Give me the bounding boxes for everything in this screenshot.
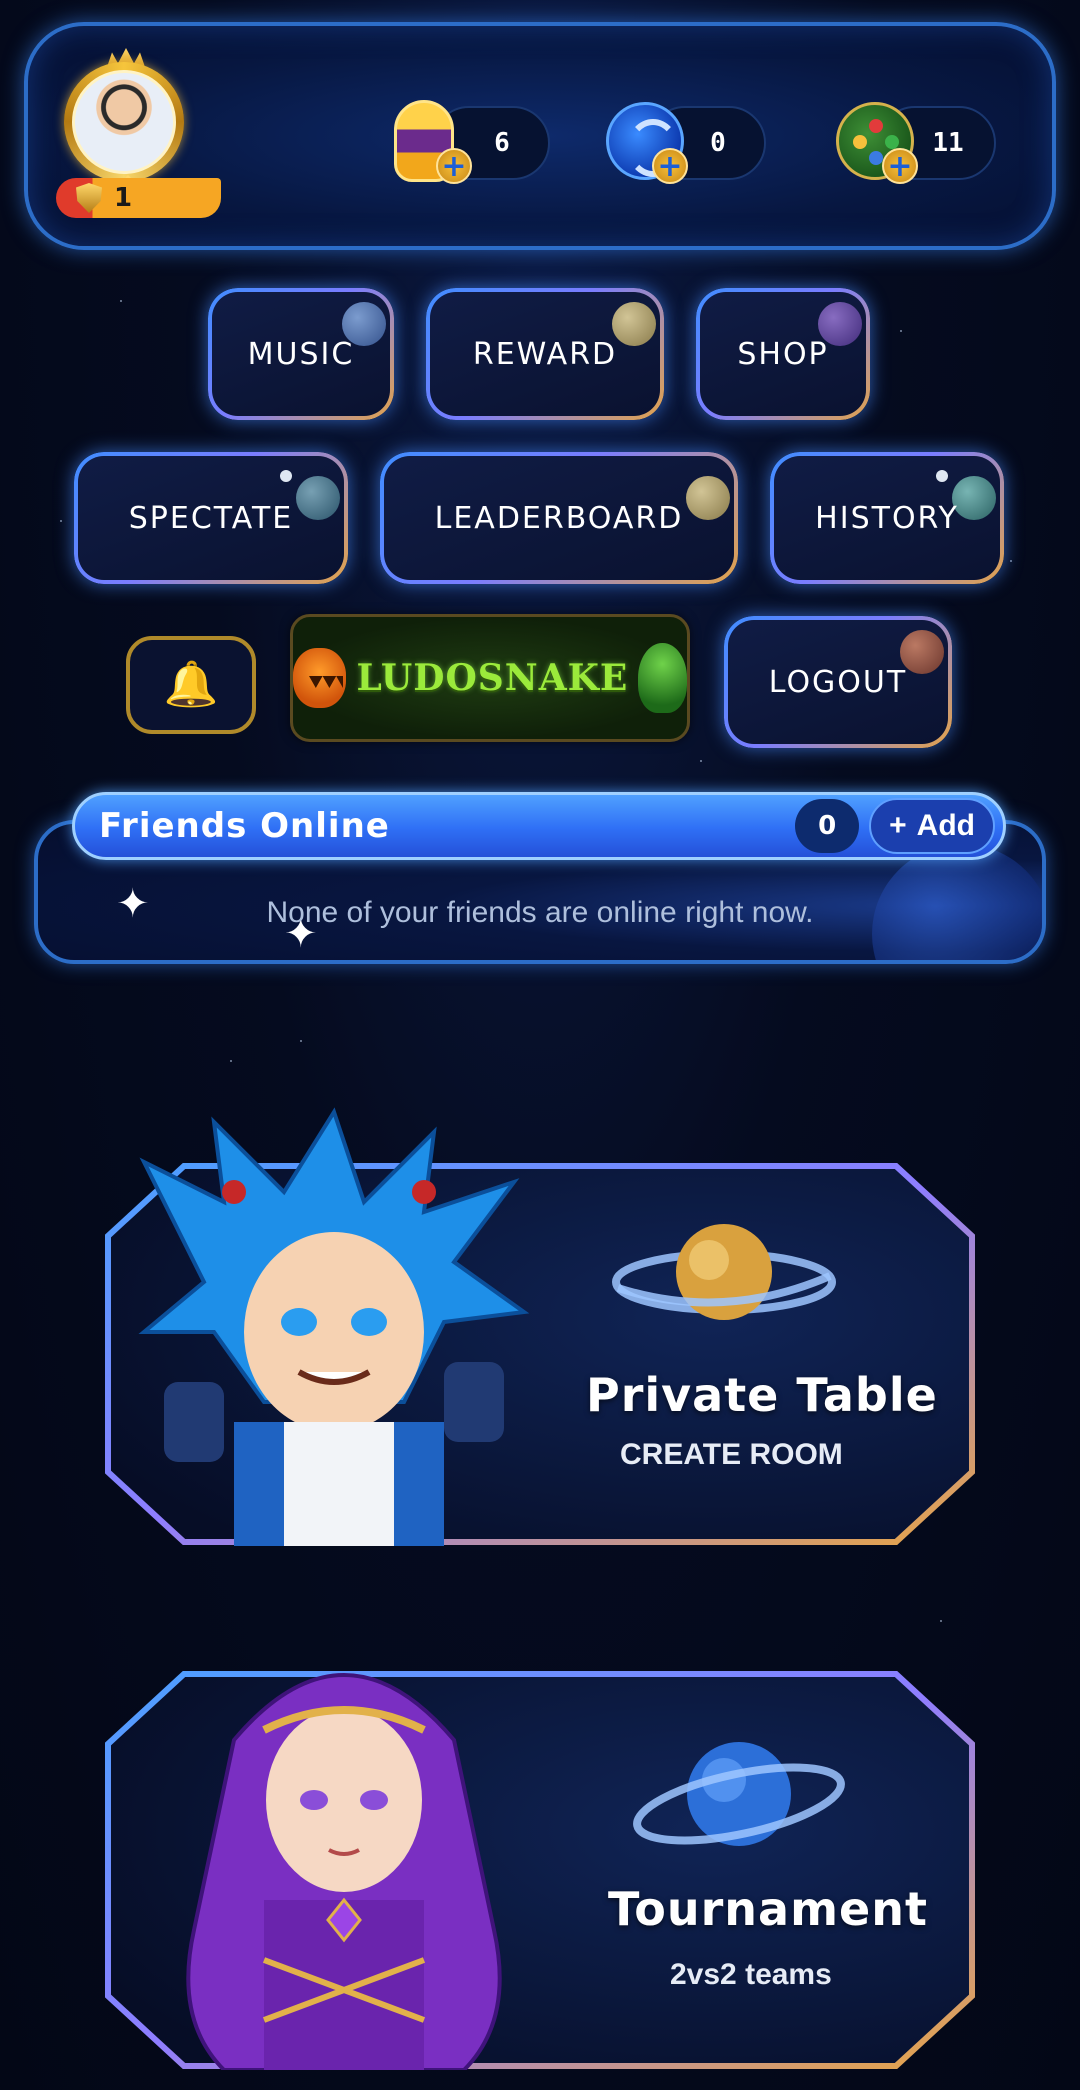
spectate-button[interactable]: SPECTATE — [74, 452, 348, 584]
game-coin-icon[interactable]: + — [834, 98, 918, 188]
planet-icon — [296, 476, 340, 520]
logout-button[interactable]: LOGOUT — [724, 616, 952, 748]
tournament-card[interactable]: Tournament 2vs2 teams — [104, 1670, 976, 2070]
plus-icon: + — [889, 809, 907, 842]
history-label: HISTORY — [815, 500, 959, 536]
friends-title: Friends Online — [99, 806, 390, 846]
purple-hair-character — [186, 1673, 502, 2070]
friends-empty-message: None of your friends are online right no… — [266, 896, 814, 929]
reward-label: REWARD — [472, 336, 618, 372]
music-label: MUSIC — [247, 336, 355, 372]
plus-icon[interactable]: + — [882, 148, 918, 184]
card-title: Tournament — [608, 1882, 928, 1936]
card-title: Private Table — [586, 1368, 938, 1422]
logo-text: LUDOSNAKE — [356, 657, 629, 699]
gem-capsule-icon[interactable]: + — [388, 98, 472, 188]
snake-icon — [638, 643, 687, 713]
friends-header: Friends Online 0 + Add — [72, 792, 1006, 860]
logout-label: LOGOUT — [768, 664, 908, 700]
level-value: 1 — [114, 183, 133, 213]
bell-icon: 🔔 — [163, 659, 219, 710]
card-subtitle: CREATE ROOM — [620, 1438, 843, 1471]
level-badge: 1 — [56, 178, 221, 218]
shop-label: SHOP — [737, 336, 829, 372]
reward-button[interactable]: REWARD — [426, 288, 664, 420]
private-table-card[interactable]: Private Table CREATE ROOM — [104, 1107, 976, 1546]
music-button[interactable]: MUSIC — [208, 288, 394, 420]
ludosnake-logo: LUDOSNAKE — [290, 614, 690, 742]
planet-icon — [612, 302, 656, 346]
spectate-label: SPECTATE — [128, 500, 294, 536]
steem-coin-icon[interactable]: + — [604, 98, 688, 188]
history-button[interactable]: HISTORY — [770, 452, 1004, 584]
avatar-image — [72, 70, 176, 174]
shield-icon — [76, 183, 102, 213]
leaderboard-label: LEADERBOARD — [434, 500, 684, 536]
plus-icon[interactable]: + — [436, 148, 472, 184]
add-friend-label: Add — [916, 809, 975, 842]
shop-button[interactable]: SHOP — [696, 288, 870, 420]
planet-icon — [633, 1742, 845, 1846]
leaderboard-button[interactable]: LEADERBOARD — [380, 452, 738, 584]
planet-icon — [612, 1224, 836, 1320]
notifications-button[interactable]: 🔔 — [126, 636, 256, 734]
plus-icon[interactable]: + — [652, 148, 688, 184]
card-subtitle: 2vs2 teams — [670, 1958, 832, 1991]
player-header: 1 + 6 + 0 + 11 — [24, 22, 1056, 250]
planet-icon — [686, 476, 730, 520]
blue-hair-character — [138, 1107, 530, 1546]
pumpkin-icon — [293, 648, 347, 708]
friends-count-badge: 0 — [795, 799, 860, 853]
add-friend-button[interactable]: + Add — [869, 798, 995, 854]
